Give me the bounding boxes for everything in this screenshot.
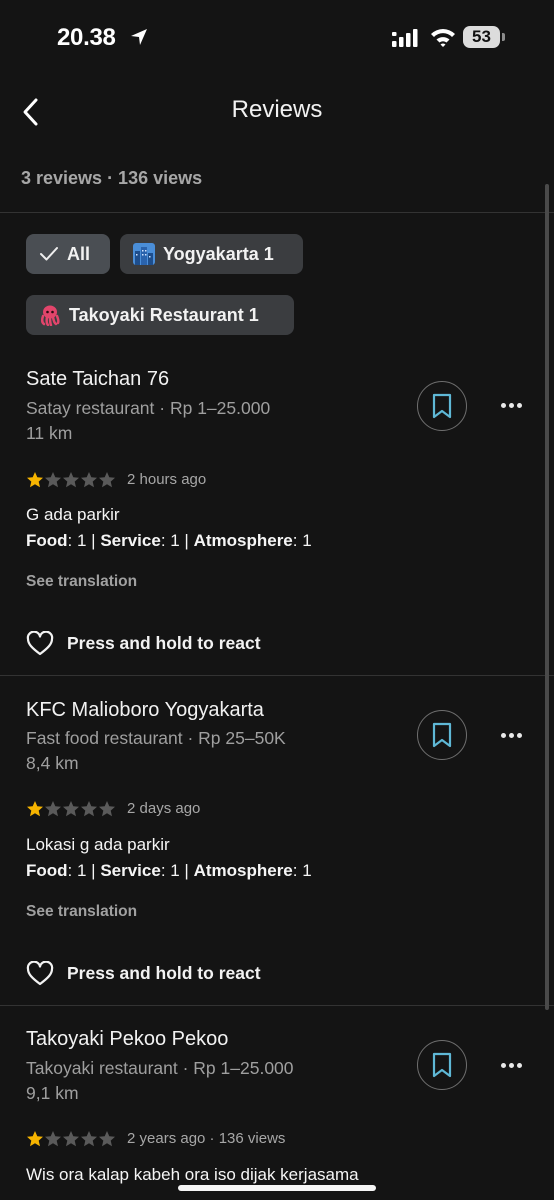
star-icon (99, 1131, 115, 1147)
star-icon (81, 472, 97, 488)
battery-level: 53 (463, 26, 500, 48)
more-options-button[interactable] (496, 395, 526, 415)
star-icon (63, 472, 79, 488)
star-icon (99, 472, 115, 488)
filter-chip-label: All (67, 243, 91, 264)
heart-icon (26, 631, 54, 656)
star-rating (26, 471, 116, 489)
nav-bar: Reviews (0, 76, 554, 148)
bookmark-icon (432, 393, 452, 419)
place-name[interactable]: KFC Malioboro Yogyakarta (26, 699, 264, 722)
star-icon (63, 1131, 79, 1147)
review-text: Wis ora kalap kabeh ora iso dijak kerjas… (26, 1165, 359, 1184)
save-button[interactable] (417, 381, 467, 431)
see-translation-link[interactable]: See translation (26, 903, 137, 921)
status-time: 20.38 (57, 24, 116, 51)
star-icon (45, 801, 61, 817)
place-distance: 9,1 km (26, 1083, 79, 1103)
review-text: G ada parkir (26, 505, 120, 524)
star-icon (45, 472, 61, 488)
filter-chip-label: Yogyakarta 1 (163, 243, 274, 264)
review-text: Lokasi g ada parkir (26, 835, 170, 854)
place-category-price: Takoyaki restaurant · Rp 1–25.000 (26, 1058, 294, 1078)
battery-icon: 53 (463, 26, 507, 48)
star-icon (99, 801, 115, 817)
star-rating (26, 1130, 116, 1148)
divider (0, 675, 554, 676)
star-icon (27, 1131, 43, 1147)
home-indicator[interactable] (178, 1185, 376, 1191)
star-icon (81, 1131, 97, 1147)
review-time: 2 hours ago (127, 471, 207, 488)
review-time-views: 2 years ago · 136 views (127, 1130, 286, 1147)
place-category-price: Satay restaurant · Rp 1–25.000 (26, 398, 271, 418)
location-arrow-icon (129, 27, 149, 52)
star-icon (45, 1131, 61, 1147)
filter-chip-label: Takoyaki Restaurant 1 (69, 304, 259, 325)
star-rating (26, 800, 116, 818)
place-distance: 11 km (26, 423, 73, 443)
status-bar: 20.38 53 (0, 0, 554, 76)
see-translation-link[interactable]: See translation (26, 573, 137, 591)
more-options-button[interactable] (496, 1055, 526, 1075)
filter-chip-takoyaki[interactable]: Takoyaki Restaurant 1 (26, 295, 294, 335)
save-button[interactable] (417, 710, 467, 760)
review-scores: Food: 1 | Service: 1 | Atmosphere: 1 (26, 531, 312, 550)
place-distance: 8,4 km (26, 753, 79, 773)
cityscape-emoji-icon (133, 243, 155, 265)
place-name[interactable]: Takoyaki Pekoo Pekoo (26, 1028, 228, 1051)
place-name[interactable]: Sate Taichan 76 (26, 368, 169, 391)
cellular-signal-icon (392, 29, 418, 52)
octopus-emoji-icon (39, 304, 61, 326)
place-category-price: Fast food restaurant · Rp 25–50K (26, 728, 286, 748)
reviews-summary: 3 reviews · 136 views (21, 168, 203, 188)
more-options-button[interactable] (496, 725, 526, 745)
divider (0, 212, 554, 213)
react-label: Press and hold to react (67, 963, 261, 983)
bookmark-icon (432, 1052, 452, 1078)
react-label: Press and hold to react (67, 633, 261, 653)
star-icon (63, 801, 79, 817)
star-icon (81, 801, 97, 817)
filter-chip-all[interactable]: All (26, 234, 110, 274)
heart-icon (26, 961, 54, 986)
divider (0, 1005, 554, 1006)
react-button[interactable]: Press and hold to react (26, 961, 261, 986)
save-button[interactable] (417, 1040, 467, 1090)
bookmark-icon (432, 722, 452, 748)
checkmark-icon (39, 246, 59, 262)
star-icon (27, 472, 43, 488)
star-icon (27, 801, 43, 817)
review-time: 2 days ago (127, 800, 201, 817)
page-title: Reviews (231, 96, 323, 123)
react-button[interactable]: Press and hold to react (26, 631, 261, 656)
filter-chip-yogyakarta[interactable]: Yogyakarta 1 (120, 234, 303, 274)
review-scores: Food: 1 | Service: 1 | Atmosphere: 1 (26, 861, 312, 880)
wifi-icon (430, 27, 456, 52)
scrollbar[interactable] (545, 184, 549, 1010)
